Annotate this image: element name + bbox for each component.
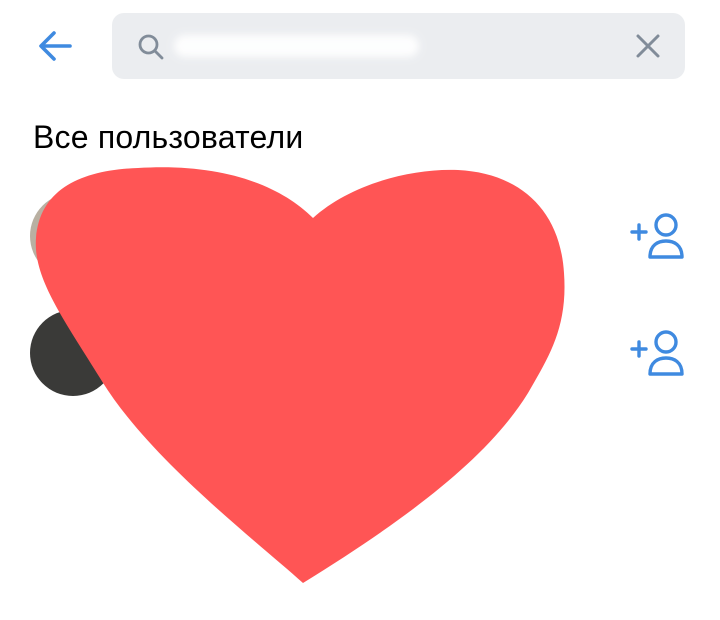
arrow-left-icon [39,31,72,61]
avatar[interactable] [30,193,116,279]
user-row[interactable] [0,298,720,408]
search-query-redaction [174,35,419,57]
avatar[interactable] [30,310,116,396]
back-button[interactable] [28,22,80,70]
search-bar[interactable] [112,13,685,79]
add-friend-icon[interactable] [628,211,686,261]
search-icon [138,34,164,60]
section-title: Все пользователи [33,119,304,155]
close-icon[interactable] [633,31,663,61]
add-friend-icon[interactable] [628,328,686,378]
user-row[interactable] [0,181,720,291]
